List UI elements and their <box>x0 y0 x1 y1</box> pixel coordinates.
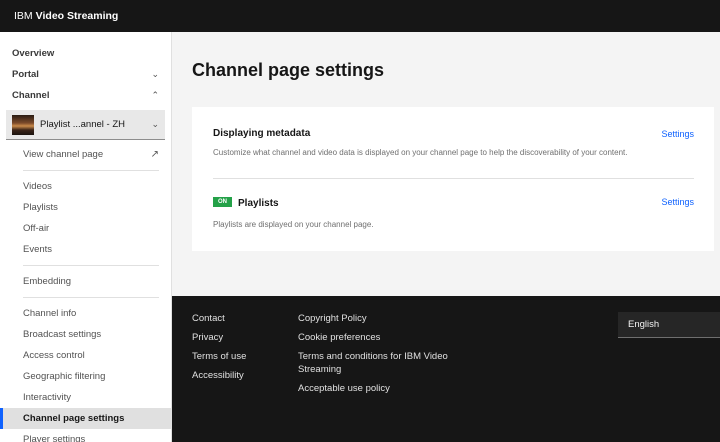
sidebar-item-overview[interactable]: Overview <box>0 43 171 64</box>
sidebar-item-label: View channel page <box>23 149 104 160</box>
metadata-title: Displaying metadata <box>213 128 311 139</box>
sidebar-item-label: Overview <box>12 48 55 59</box>
footer-links-secondary: Copyright Policy Cookie preferences Term… <box>298 312 458 401</box>
sidebar-item-label: Videos <box>23 181 52 192</box>
sidebar-item-events[interactable]: Events <box>0 239 171 260</box>
sidebar-item-label: Broadcast settings <box>23 329 102 340</box>
footer-link-privacy[interactable]: Privacy <box>192 331 246 344</box>
sidebar-item-videos[interactable]: Videos <box>0 176 171 197</box>
status-badge: ON <box>213 196 232 207</box>
footer-links-primary: Contact Privacy Terms of use Accessibili… <box>192 312 246 388</box>
footer-link-cookie-preferences[interactable]: Cookie preferences <box>298 331 458 344</box>
footer-link-terms-of-use[interactable]: Terms of use <box>192 350 246 363</box>
sidebar-item-label: Portal <box>12 69 39 80</box>
footer-link-contact[interactable]: Contact <box>192 312 246 325</box>
external-link-icon: ↗ <box>150 149 159 160</box>
divider <box>23 265 159 266</box>
playlists-settings-link[interactable]: Settings <box>661 197 694 207</box>
sidebar-item-off-air[interactable]: Off-air <box>0 218 171 239</box>
sidebar-item-label: Channel info <box>23 308 77 319</box>
sidebar-item-geographic-filtering[interactable]: Geographic filtering <box>0 366 171 387</box>
sidebar-item-label: Geographic filtering <box>23 371 106 382</box>
playlists-title: Playlists <box>238 198 279 209</box>
sidebar-item-view-channel-page[interactable]: View channel page ↗ <box>0 144 171 165</box>
brand-name[interactable]: Video Streaming <box>36 10 119 22</box>
playlists-description: Playlists are displayed on your channel … <box>213 220 374 229</box>
sidebar-item-player-settings[interactable]: Player settings <box>0 429 171 442</box>
chevron-down-icon: ⌄ <box>151 69 159 79</box>
footer-link-copyright-policy[interactable]: Copyright Policy <box>298 312 458 325</box>
footer-link-terms-and-conditions[interactable]: Terms and conditions for IBM Video Strea… <box>298 350 458 376</box>
divider <box>213 178 694 179</box>
playlists-setting-row: ON Playlists Settings Playlists are displ… <box>213 193 694 229</box>
footer-link-accessibility[interactable]: Accessibility <box>192 369 246 382</box>
channel-selector[interactable]: Playlist ...annel - ZH ⌄ <box>6 110 165 140</box>
settings-card: Displaying metadata Settings Customize w… <box>192 107 714 251</box>
sidebar-item-embedding[interactable]: Embedding <box>0 271 171 292</box>
sidebar-item-channel-info[interactable]: Channel info <box>0 303 171 324</box>
sidebar-item-channel[interactable]: Channel ⌃ <box>0 85 171 106</box>
channel-selector-label: Playlist ...annel - ZH <box>40 119 125 130</box>
footer: Contact Privacy Terms of use Accessibili… <box>172 296 720 442</box>
page-title: Channel page settings <box>192 60 385 80</box>
chevron-up-icon: ⌃ <box>151 90 159 100</box>
sidebar: Overview Portal ⌄ Channel ⌃ Playlist ...… <box>0 32 172 442</box>
sidebar-item-label: Embedding <box>23 276 72 287</box>
sidebar-item-label: Access control <box>23 350 85 361</box>
sidebar-item-label: Interactivity <box>23 392 72 403</box>
sidebar-item-label: Player settings <box>23 434 86 442</box>
sidebar-item-playlists[interactable]: Playlists <box>0 197 171 218</box>
divider <box>23 170 159 171</box>
sidebar-item-access-control[interactable]: Access control <box>0 345 171 366</box>
main-content: Channel page settings Displaying metadat… <box>172 32 720 296</box>
top-bar: IBM Video Streaming <box>0 0 720 32</box>
metadata-settings-link[interactable]: Settings <box>661 129 694 139</box>
channel-thumbnail <box>12 114 34 135</box>
sidebar-item-channel-page-settings[interactable]: Channel page settings <box>0 408 171 429</box>
brand-prefix: IBM <box>14 10 33 22</box>
metadata-setting-row: Displaying metadata Settings Customize w… <box>213 128 694 157</box>
sidebar-item-label: Channel page settings <box>23 413 125 424</box>
sidebar-item-label: Events <box>23 244 53 255</box>
chevron-down-icon: ⌄ <box>151 119 159 129</box>
language-selector[interactable]: English <box>618 312 720 338</box>
sidebar-item-label: Playlists <box>23 202 58 213</box>
sidebar-item-label: Channel <box>12 90 50 101</box>
footer-link-acceptable-use[interactable]: Acceptable use policy <box>298 382 458 395</box>
sidebar-item-interactivity[interactable]: Interactivity <box>0 387 171 408</box>
sidebar-item-broadcast-settings[interactable]: Broadcast settings <box>0 324 171 345</box>
sidebar-item-label: Off-air <box>23 223 50 234</box>
sidebar-item-portal[interactable]: Portal ⌄ <box>0 64 171 85</box>
divider <box>23 297 159 298</box>
metadata-description: Customize what channel and video data is… <box>213 148 628 157</box>
